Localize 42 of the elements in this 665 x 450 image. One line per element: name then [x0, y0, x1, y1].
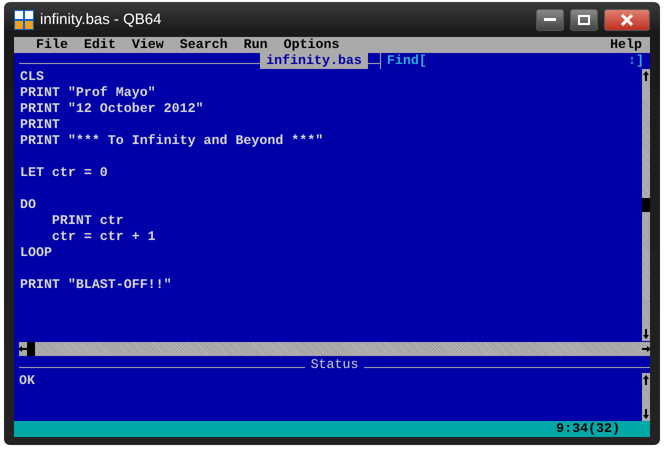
code-editor[interactable]: CLS PRINT "Prof Mayo" PRINT "12 October 2012" PRINT PRINT "*** To Infinity and Beyond ***" LET ctr = 0 DO PRINT ctr ctr = ctr + 1 LOOP PRINT "BLAST-OFF!!"	[19, 69, 642, 341]
minimize-button[interactable]	[536, 8, 564, 30]
code-line: LOOP	[20, 245, 53, 261]
cursor-position: 9:34(32)	[556, 421, 620, 437]
menu-item[interactable]: File	[36, 37, 68, 53]
menu-item[interactable]: Edit	[84, 37, 116, 53]
maximize-button[interactable]	[570, 8, 598, 30]
vertical-scrollbar[interactable]	[642, 69, 650, 341]
vertical-scrollbar[interactable]	[642, 373, 650, 421]
up-arrow-icon[interactable]	[642, 373, 650, 387]
code-line: PRINT	[20, 117, 61, 133]
minimize-icon	[544, 18, 556, 22]
code-line: PRINT "BLAST-OFF!!"	[20, 277, 173, 293]
find-toggle[interactable]: ↕]	[628, 53, 650, 69]
status-title: Status	[310, 357, 358, 373]
find-label[interactable]: Find[	[380, 53, 628, 69]
menu-item[interactable]: Run	[244, 37, 268, 53]
menu-item[interactable]: Help	[610, 37, 642, 53]
down-arrow-icon[interactable]	[642, 407, 650, 421]
horizontal-scrollbar[interactable]	[19, 342, 650, 356]
code-line: PRINT "12 October 2012"	[20, 101, 205, 117]
file-tab[interactable]: infinity.bas	[260, 53, 368, 69]
code-line: CLS	[20, 69, 45, 85]
up-arrow-icon[interactable]	[642, 69, 650, 83]
down-arrow-icon[interactable]	[642, 327, 650, 341]
code-line: DO	[20, 197, 37, 213]
code-line: PRINT "*** To Infinity and Beyond ***"	[20, 133, 324, 149]
scroll-thumb[interactable]	[642, 198, 650, 212]
code-line: ctr = ctr + 1	[50, 229, 157, 245]
code-line: LET ctr = 0	[20, 165, 109, 181]
menu-item[interactable]: Options	[284, 37, 340, 53]
scroll-thumb[interactable]	[27, 342, 35, 356]
app-logo-icon	[14, 10, 34, 30]
code-line: PRINT "Prof Mayo"	[20, 85, 157, 101]
close-icon	[621, 14, 633, 26]
menu-item[interactable]: View	[132, 37, 164, 53]
code-line: PRINT ctr	[50, 213, 125, 229]
window-title: infinity.bas - QB64	[40, 11, 162, 28]
menu-item[interactable]: Search	[180, 37, 228, 53]
status-message: OK	[19, 373, 36, 390]
close-button[interactable]	[604, 8, 650, 30]
maximize-icon	[578, 14, 590, 24]
